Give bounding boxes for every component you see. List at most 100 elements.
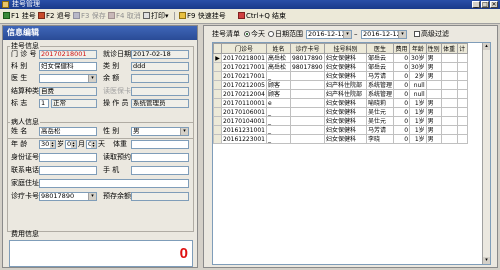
chevron-down-icon[interactable]: ▾ (398, 31, 406, 38)
table-cell: 妇产科住院部 (324, 89, 367, 99)
column-header[interactable]: 医生 (365, 43, 395, 54)
name-field[interactable]: 高岳松 (39, 127, 97, 136)
exit-button[interactable]: Ctrl+Q 结束 (238, 11, 286, 21)
card-no-select[interactable]: 98017890 ▾ (39, 192, 97, 201)
settle-type-field[interactable]: 自费 (39, 87, 97, 96)
age-years-stepper[interactable]: 30 ▴ ▾ (39, 140, 56, 149)
date-from-select[interactable]: 2016-12-12 ▾ (306, 30, 352, 39)
column-header[interactable]: 门诊号 (221, 43, 267, 54)
category-field[interactable]: ddd (131, 62, 189, 71)
table-cell: 男 (425, 71, 442, 81)
print-button[interactable]: 打印▾ (143, 11, 169, 21)
table-cell: 20170104001 (221, 116, 267, 126)
table-row[interactable]: 20161223001 _ 妇女保健科 李晓 0 1岁男 (213, 134, 468, 144)
column-header[interactable]: 挂号科别 (324, 43, 367, 54)
scroll-up-icon[interactable]: ▴ (483, 43, 490, 50)
register-button[interactable]: F1 挂号 (3, 11, 36, 21)
chevron-down-icon[interactable]: ▾ (88, 193, 96, 200)
table-cell (440, 116, 458, 126)
row-indicator-header (213, 43, 222, 54)
row-indicator (213, 116, 222, 126)
flag-value-field[interactable]: 正常 (51, 99, 97, 108)
column-header[interactable]: 计 (456, 43, 468, 54)
table-cell: 0 (393, 62, 411, 72)
read-insurance-card-button[interactable]: 读医保卡 (103, 87, 131, 96)
weight-label: 体重 (113, 140, 127, 148)
column-header[interactable]: 费用 (393, 43, 411, 54)
clinic-no-field[interactable]: 20170218001 (39, 50, 97, 59)
quick-register-button[interactable]: F9 快速挂号 (179, 11, 226, 21)
age-month-unit: 月 (78, 140, 85, 148)
table-cell (456, 53, 468, 63)
spinner-icon[interactable]: ▴ ▾ (91, 141, 96, 148)
read-appointment-button[interactable]: 读取预约 (103, 153, 131, 162)
table-cell: 高岳松 (266, 62, 291, 72)
mobile-field[interactable] (131, 166, 189, 175)
table-row[interactable]: 20161231001 _ 妇女保健科 马芳请 0 1岁男 (213, 125, 468, 135)
age-days-stepper[interactable]: 0▴▾ (86, 140, 97, 149)
doctor-select[interactable]: ▾ (39, 74, 97, 83)
age-months-stepper[interactable]: 0 ▴ ▾ (65, 140, 77, 149)
table-cell: 98017890 (290, 53, 325, 63)
insurance-card-field[interactable] (131, 87, 189, 96)
column-header[interactable]: 姓名 (266, 43, 291, 54)
spinner-icon[interactable]: ▴ ▾ (50, 141, 55, 148)
weight-field[interactable] (131, 140, 189, 149)
table-row[interactable]: 20170212004 顾客 妇产科住院部 系统管理 0 null (213, 89, 468, 99)
table-cell: 20170212004 (221, 89, 267, 99)
spinner-icon[interactable]: ▴ ▾ (71, 141, 76, 148)
table-cell: 男 (425, 125, 442, 135)
balance-field[interactable] (131, 74, 189, 83)
table-row[interactable]: 20170110001 e 妇女保健科 喻晓莉 0 1岁男 (213, 98, 468, 108)
fee-value: 0 (179, 245, 188, 262)
column-header[interactable]: 年龄 (409, 43, 427, 54)
prestore-field[interactable] (131, 192, 189, 201)
table-row[interactable]: 20170106001 _ 妇女保健科 吴仕元 0 1岁男 (213, 107, 468, 117)
table-cell: 20161223001 (221, 134, 267, 144)
address-field[interactable] (39, 179, 189, 188)
table-row[interactable]: 20170217001 高岳松 98017890 妇女保健科 邹岳云 0 30岁男 (213, 62, 468, 72)
dept-field[interactable]: 妇女保健科 (39, 62, 97, 71)
visit-date-field[interactable]: 2017-02-18 (131, 50, 189, 59)
scroll-down-icon[interactable]: ▾ (483, 257, 490, 264)
vertical-scrollbar[interactable]: ▴ ▾ (482, 43, 490, 264)
close-icon[interactable]: ✕ (490, 1, 498, 8)
info-edit-panel: 信息编辑 挂号信息 门 诊 号 20170218001 就诊日期 2017-02… (2, 25, 198, 268)
advanced-filter-checkbox[interactable]: 高级过滤 (414, 30, 449, 39)
cancel-button[interactable]: F4 取消 (108, 11, 141, 21)
sex-select[interactable]: 男 ▾ (131, 127, 189, 136)
column-header[interactable]: 性别 (425, 43, 442, 54)
chevron-down-icon[interactable]: ▾ (343, 31, 351, 38)
row-indicator (213, 71, 222, 81)
table-cell (456, 116, 468, 126)
flag-code-field[interactable]: 1 (39, 99, 49, 108)
category-label: 类 别 (103, 62, 120, 70)
column-header[interactable]: 体重 (440, 43, 458, 54)
cancel-registration-button[interactable]: F2 退号 (38, 11, 71, 21)
chevron-down-icon[interactable]: ▾ (88, 75, 96, 82)
date-to-select[interactable]: 2016-12-12 ▾ (361, 30, 407, 39)
row-indicator (213, 80, 222, 90)
table-row[interactable]: 20170104001 _ 妇女保健科 吴仕元 0 1岁男 (213, 116, 468, 126)
column-header[interactable]: 诊疗卡号 (290, 43, 325, 54)
date-range-radio[interactable]: 日期范围 (268, 30, 303, 39)
table-cell: 高岳松 (266, 53, 291, 63)
id-card-field[interactable] (39, 153, 97, 162)
save-button[interactable]: F3 保存 (73, 11, 106, 21)
table-header-row: 门诊号 姓名 诊疗卡号 挂号科别 医生 费用 年龄 性别 体重 计 (213, 43, 468, 54)
table-row[interactable]: 20170212005 顾客 妇产科住院部 系统管理 0 null (213, 80, 468, 90)
today-radio[interactable]: 今天 (244, 30, 265, 39)
table-cell: 马芳请 (365, 71, 395, 81)
operator-field[interactable]: 系统管理员 (131, 99, 189, 108)
chevron-down-icon[interactable]: ▾ (180, 128, 188, 135)
table-row[interactable]: ▶ 20170218001 高岳松 98017890 妇女保健科 邹岳云 0 30岁男 (213, 53, 468, 63)
table-row[interactable]: 20170217001 _ 妇女保健科 马芳请 0 2岁男 (213, 71, 468, 81)
table-cell (456, 134, 468, 144)
appointment-field[interactable] (131, 153, 189, 162)
panel-header: 信息编辑 (3, 26, 197, 40)
phone-field[interactable] (39, 166, 97, 175)
date-range-label: 日期范围 (275, 30, 303, 38)
minimize-icon[interactable]: _ (472, 1, 480, 8)
registration-grid[interactable]: 门诊号 姓名 诊疗卡号 挂号科别 医生 费用 年龄 性别 体重 计 ▶ 20170… (212, 42, 491, 265)
maximize-icon[interactable]: □ (481, 1, 489, 8)
